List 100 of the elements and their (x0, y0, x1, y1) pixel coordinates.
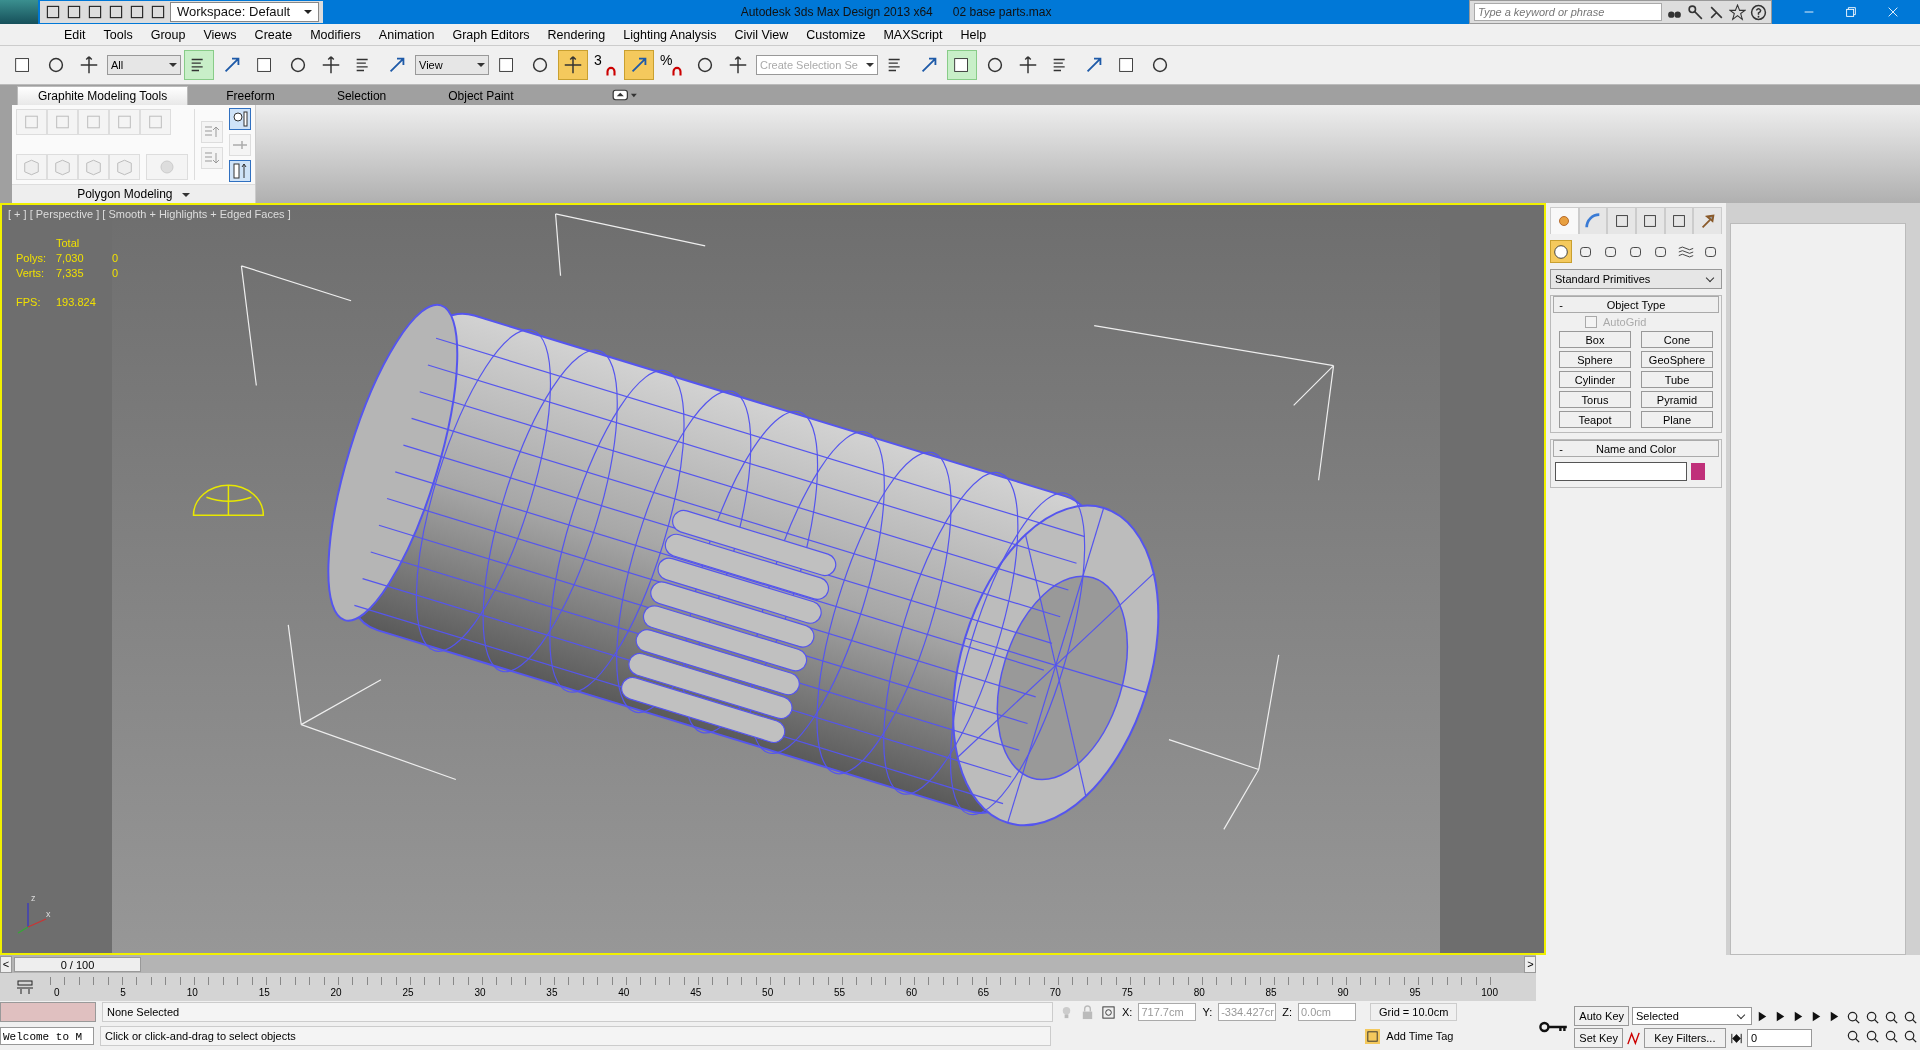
stat-total: 7,335 (56, 267, 85, 279)
ribbon-tab[interactable]: Selection (312, 87, 411, 105)
time-tag-icon[interactable] (1365, 1028, 1381, 1044)
quick-access-icon[interactable] (128, 3, 146, 21)
menu-item[interactable]: MAXScript (874, 27, 952, 42)
panel-title[interactable]: Polygon Modeling (12, 184, 255, 203)
viewport-navigation-icon[interactable] (1903, 1010, 1918, 1025)
modify-icon[interactable] (1578, 207, 1608, 234)
rollout-header[interactable]: - Name and Color (1553, 440, 1719, 457)
restore-icon[interactable] (1844, 5, 1858, 19)
viewport-navigation-icon[interactable] (1884, 1010, 1899, 1025)
collapse-toggle[interactable]: - (1554, 442, 1568, 455)
frame-tick-label: 75 (1121, 987, 1133, 999)
primitive-button[interactable]: Teapot (1559, 411, 1631, 428)
window-title: Autodesk 3ds Max Design 2013 x64 02 base parts.max (739, 5, 1053, 19)
add-time-tag-button[interactable]: Add Time Tag (1386, 1030, 1485, 1042)
primitive-button[interactable]: Cone (1641, 331, 1713, 348)
viewport-label[interactable]: [ + ] (8, 208, 27, 220)
menu-item[interactable]: Edit (55, 27, 95, 42)
frame-tick-label: 10 (186, 987, 198, 999)
primitive-button[interactable]: Torus (1559, 391, 1631, 408)
auto-key-button[interactable]: Auto Key (1574, 1006, 1629, 1026)
key-filters-button[interactable]: Key Filters... (1643, 1028, 1726, 1048)
quick-access-icon[interactable] (149, 3, 167, 21)
curve-icon[interactable] (1625, 1030, 1641, 1046)
workspace-dropdown[interactable]: Workspace: Default (170, 2, 320, 22)
menu-item[interactable]: Help (951, 27, 996, 42)
ribbon-tab[interactable]: Freeform (202, 87, 299, 105)
primitive-button[interactable]: Box (1559, 331, 1631, 348)
axis-label: z (31, 893, 36, 903)
menu-item[interactable]: Views (194, 27, 246, 42)
rollout-title: Object Type (1605, 298, 1667, 311)
primitive-button[interactable]: Sphere (1559, 351, 1631, 368)
coordinate-label: X: (1122, 1006, 1133, 1018)
current-frame-field[interactable]: 0 (1746, 1029, 1812, 1047)
grid-size-readout: Grid = 10.0cm (1370, 1003, 1458, 1021)
menu-item[interactable]: Civil View (725, 27, 798, 42)
next-frame-button[interactable]: > (1524, 955, 1537, 973)
axis-label: x (46, 909, 51, 919)
primitive-button[interactable]: Plane (1641, 411, 1713, 428)
reference-coordinate-dropdown[interactable]: View (415, 55, 489, 75)
category-dropdown[interactable]: Standard Primitives (1550, 269, 1722, 289)
mini-curve-editor-icon[interactable] (15, 979, 35, 995)
ribbon-tab[interactable]: Object Paint (424, 87, 538, 105)
dome-light-icon (192, 484, 265, 516)
quick-access-icon[interactable] (86, 3, 104, 21)
frame-tick-label: 15 (258, 987, 270, 999)
time-slider-thumb[interactable]: 0 / 100 (14, 956, 141, 972)
menu-item[interactable]: Customize (797, 27, 875, 42)
viewport[interactable]: [ + ] [ Perspective ] [ Smooth + Highlights + Edged Faces ] Total Polys: 7,030 0 Verts: 7,335 0 FPS: 193.824 z x (0, 203, 1546, 955)
menu-item[interactable]: Rendering (538, 27, 615, 42)
rollout-title: Name and Color (1594, 442, 1678, 455)
viewport-navigation-icon[interactable] (1884, 1029, 1899, 1044)
help-icon[interactable] (1750, 3, 1767, 21)
viewport-label[interactable]: [ Perspective ] (29, 208, 100, 220)
quick-access-icon[interactable] (107, 3, 125, 21)
selection-status: None Selected (102, 1002, 1053, 1022)
set-key-button[interactable]: Set Key (1574, 1028, 1623, 1048)
create-icon[interactable] (1550, 207, 1579, 234)
lightbulb-icon[interactable] (229, 107, 251, 130)
selection-filter-dropdown[interactable]: All (107, 55, 181, 75)
menu-item[interactable]: Group (141, 27, 195, 42)
primitive-button[interactable]: Cylinder (1559, 371, 1631, 388)
stat-selected: 0 (112, 267, 120, 279)
primitive-button[interactable]: Tube (1641, 371, 1713, 388)
rollout-header[interactable]: - Object Type (1553, 296, 1719, 313)
viewport-navigation-icon[interactable] (1903, 1029, 1918, 1044)
menu-item[interactable]: Create (245, 27, 302, 42)
frame-tick-label: 90 (1337, 987, 1349, 999)
ribbon-options-icon[interactable] (611, 89, 638, 101)
collapse-toggle[interactable]: - (1554, 298, 1568, 311)
previous-frame-button[interactable]: < (0, 955, 12, 973)
frame-tick-label: 60 (905, 987, 918, 999)
stat-header: Total (56, 237, 81, 249)
search-field[interactable]: Type a keyword or phrase (1474, 3, 1662, 21)
utilities-icon[interactable] (1693, 207, 1723, 234)
name-field[interactable] (1555, 462, 1687, 481)
star-icon[interactable] (1729, 3, 1746, 21)
primitive-button[interactable]: Pyramid (1641, 391, 1713, 408)
absolute-mode-icon[interactable] (1101, 1004, 1116, 1020)
menu-item[interactable]: Lighting Analysis (614, 27, 726, 42)
key-mode-dropdown[interactable]: Selected (1632, 1007, 1752, 1025)
primitive-button[interactable]: GeoSphere (1641, 351, 1713, 368)
maxscript-listener-field[interactable] (0, 1002, 96, 1022)
menu-item[interactable]: Graph Editors (443, 27, 539, 42)
menu-item[interactable]: Modifiers (301, 27, 370, 42)
viewport-navigation-icon[interactable] (1846, 1010, 1861, 1025)
close-icon[interactable] (1886, 5, 1900, 19)
viewport-label[interactable]: [ Smooth + Highlights + Edged Faces ] (102, 208, 291, 220)
stat-label: Verts: (16, 267, 46, 279)
viewport-navigation-icon[interactable] (1865, 1029, 1880, 1044)
viewport-navigation-icon[interactable] (1865, 1010, 1880, 1025)
color-swatch[interactable] (1691, 463, 1705, 480)
menu-item[interactable]: Tools (94, 27, 142, 42)
viewport-navigation-icon[interactable] (1846, 1029, 1861, 1044)
menu-item[interactable]: Animation (369, 27, 444, 42)
quick-access-icon[interactable] (44, 3, 62, 21)
listener-output-field[interactable]: Welcome to M (0, 1027, 94, 1045)
quick-access-icon[interactable] (65, 3, 83, 21)
ribbon-tab[interactable]: Graphite Modeling Tools (17, 86, 189, 105)
